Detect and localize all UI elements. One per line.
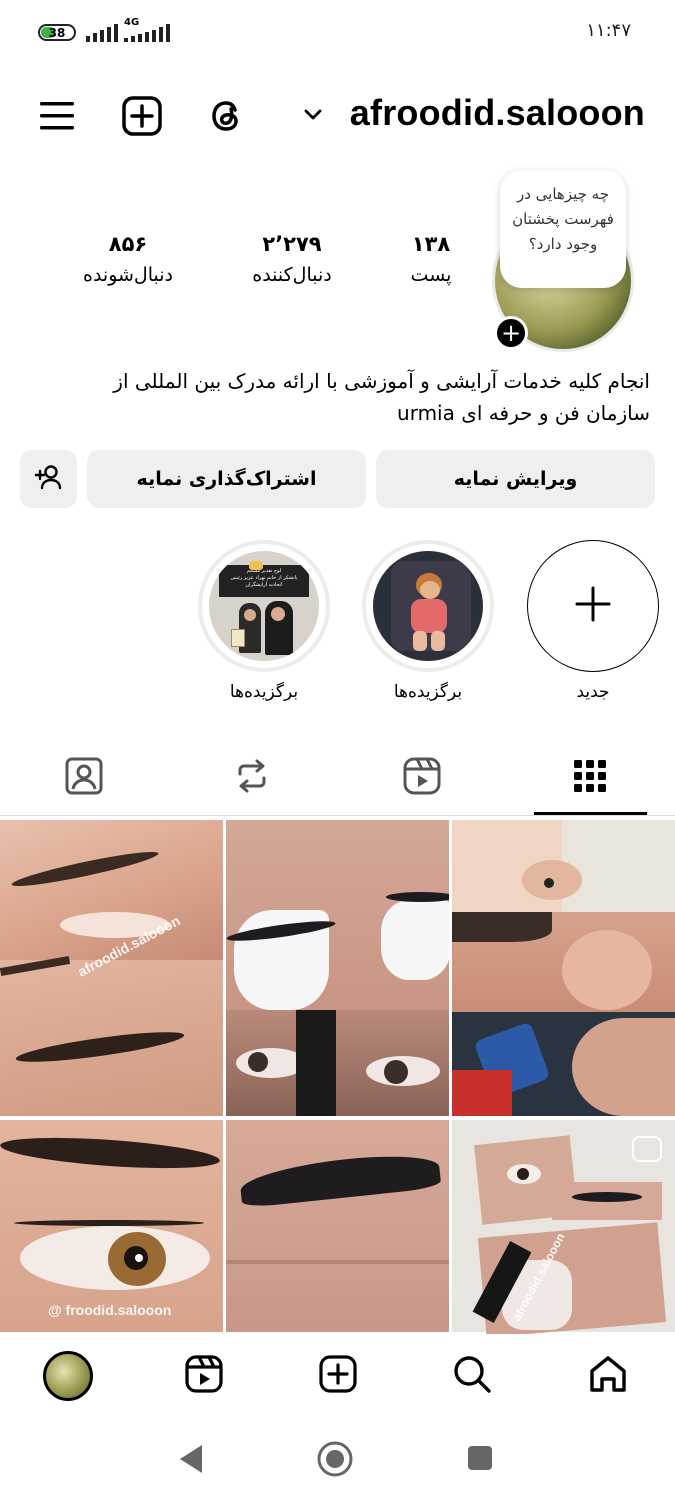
highlight-cover-ring	[362, 540, 494, 672]
grid-icon	[572, 758, 608, 798]
note-bubble[interactable]: چه چیزهایی در فهرست پخشتان وجود دارد؟	[500, 170, 626, 288]
following-stat[interactable]: ۲٬۲۷۹ دنبال‌کننده	[240, 232, 344, 286]
emoji-icon	[249, 561, 263, 570]
reel-indicator-icon	[632, 1136, 662, 1162]
create-icon	[318, 1354, 358, 1398]
add-post-icon[interactable]	[120, 94, 164, 138]
profile-tabs	[0, 740, 675, 816]
followers-label: دنبال‌شونده	[82, 264, 174, 286]
tab-posts-grid[interactable]	[562, 750, 618, 806]
highlight-caption-line: اتحادیه آرایشگران	[245, 582, 283, 588]
signal-bars-3-icon	[138, 24, 170, 42]
highlight-cover-ring: لوح تقدیر مسمم باتشکر از خانم نهراد عزیز…	[198, 540, 330, 672]
discover-people-button[interactable]	[20, 450, 77, 508]
post-watermark: @ froodid.salooon	[48, 1302, 172, 1318]
recents-icon[interactable]	[466, 1444, 494, 1476]
post-thumbnail[interactable]	[452, 820, 675, 1116]
tab-tagged[interactable]	[56, 750, 112, 806]
system-navigation-bar	[0, 1420, 675, 1500]
chevron-down-icon[interactable]	[301, 102, 325, 130]
posts-count: ۱۳۸	[411, 232, 451, 256]
battery-level: 38	[48, 25, 66, 40]
profile-bio: انجام کلیه خدمات آرایشی و آموزشی با ارائ…	[113, 369, 650, 425]
highlight-caption-line: باتشکر از خانم نهراد عزیز رئیس	[230, 575, 298, 581]
search-icon	[451, 1353, 493, 1399]
signal-bars-icon	[86, 24, 118, 42]
back-icon[interactable]	[176, 1442, 206, 1480]
profile-header: afroodid.salooon	[0, 80, 675, 152]
posts-stat[interactable]: ۱۳۸ پست	[400, 232, 462, 286]
highlight-cover-image	[373, 551, 483, 661]
add-story-plus-icon[interactable]: +	[494, 316, 528, 350]
share-profile-button[interactable]: اشتراک‌گذاری نمایه	[87, 450, 366, 508]
bottom-navigation	[0, 1334, 675, 1420]
home-button-icon[interactable]	[316, 1440, 354, 1482]
highlight-label: برگزیده‌ها	[393, 682, 463, 702]
clock: ۱۱:۴۷	[586, 20, 631, 41]
username[interactable]: afroodid.salooon	[350, 92, 645, 134]
nav-search[interactable]	[444, 1348, 500, 1404]
menu-icon[interactable]	[35, 94, 79, 138]
tab-reels[interactable]	[394, 750, 450, 806]
highlight-label: جدید	[576, 682, 610, 702]
following-label: دنبال‌کننده	[252, 264, 332, 286]
plus-icon	[573, 584, 613, 628]
posts-label: پست	[410, 264, 452, 286]
highlight-cover-image: لوح تقدیر مسمم باتشکر از خانم نهراد عزیز…	[209, 551, 319, 661]
divider	[0, 815, 675, 816]
followers-stat[interactable]: ۸۵۶ دنبال‌شونده	[72, 232, 184, 286]
network-type: 4G	[124, 17, 140, 28]
post-thumbnail[interactable]: afroodid.salooon	[0, 820, 223, 1116]
add-person-icon	[34, 462, 64, 497]
reels-nav-icon	[184, 1354, 224, 1398]
edit-profile-button[interactable]: ویرایش نمایه	[376, 450, 655, 508]
nav-reels[interactable]	[176, 1348, 232, 1404]
followers-count: ۸۵۶	[108, 232, 148, 256]
threads-icon[interactable]	[205, 94, 249, 138]
avatar	[43, 1351, 93, 1401]
tab-reposts[interactable]	[224, 750, 280, 806]
highlight-item[interactable]: برگزیده‌ها	[362, 540, 494, 702]
new-highlight-circle[interactable]	[527, 540, 659, 672]
nav-profile[interactable]	[40, 1348, 96, 1404]
posts-grid: afroodid.salooon @ froodid.salooon afroo…	[0, 820, 675, 1338]
following-count: ۲٬۲۷۹	[262, 232, 322, 256]
status-bar: 38 4G ۱۱:۴۷	[0, 0, 675, 64]
tagged-icon	[64, 756, 104, 800]
nav-home[interactable]	[580, 1348, 636, 1404]
highlight-new[interactable]: جدید	[527, 540, 659, 702]
highlight-label: برگزیده‌ها	[229, 682, 299, 702]
post-thumbnail[interactable]	[226, 820, 449, 1116]
reposts-icon	[232, 756, 272, 800]
battery-indicator: 38	[38, 24, 76, 41]
home-icon	[587, 1353, 629, 1399]
reels-icon	[402, 756, 442, 800]
highlight-caption-line: لوح تقدیر مسمم	[246, 568, 282, 574]
nav-create[interactable]	[310, 1348, 366, 1404]
highlight-item[interactable]: لوح تقدیر مسمم باتشکر از خانم نهراد عزیز…	[198, 540, 330, 702]
